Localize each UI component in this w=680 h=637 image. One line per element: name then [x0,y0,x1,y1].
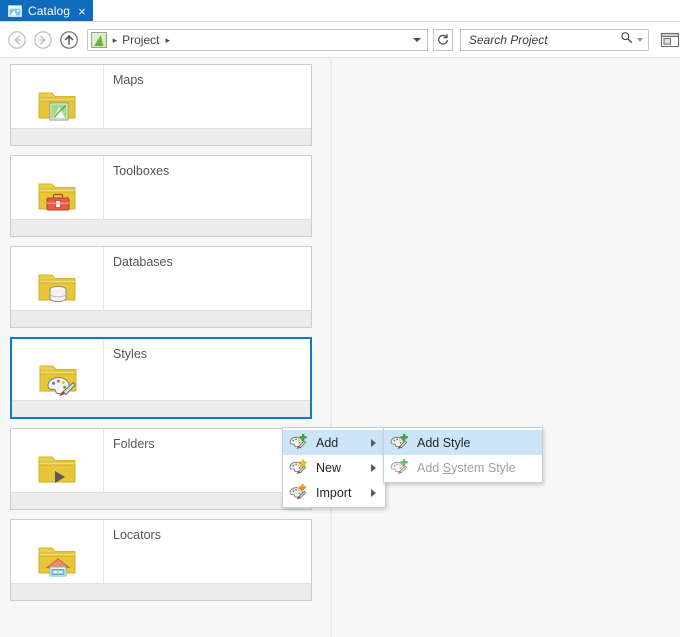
menu-item-label: Import [316,485,352,500]
close-icon[interactable]: × [78,5,86,18]
breadcrumb-separator-project[interactable]: ▸ [159,35,175,45]
catalog-card-databases[interactable]: Databases [10,246,312,328]
folder-style-icon [36,358,80,398]
address-bar[interactable]: ▸ Project ▸ [86,29,428,51]
breadcrumb-separator-root: ▸ [112,35,118,45]
catalog-item-list: Maps Toolboxes Databases Styles Folders Locat… [0,58,330,637]
menu-item-add-style[interactable]: Add Style [384,430,542,455]
tab-catalog[interactable]: Catalog × [0,0,93,22]
menu-item-new[interactable]: New [283,455,385,480]
refresh-button[interactable] [432,29,453,51]
catalog-card-locators[interactable]: Locators [10,519,312,601]
folder-locator-icon [35,540,79,580]
menu-item-import[interactable]: Import [283,480,385,505]
card-footer [11,219,311,236]
breadcrumb-item-project[interactable]: Project [122,33,159,47]
card-footer [11,310,311,327]
folder-database-icon [35,267,79,307]
style-add-icon [390,433,409,451]
content-area: Maps Toolboxes Databases Styles Folders Locat… [0,58,680,637]
navigation-toolbar: ▸ Project ▸ [0,22,680,58]
project-icon [90,32,107,48]
tab-strip: Catalog × [0,0,680,22]
menu-item-label: Add Style [417,435,471,450]
card-footer [11,583,311,600]
card-title: Toolboxes [113,164,170,178]
submenu-arrow-icon [371,463,376,472]
menu-item-add-system-style: Add System Style [384,455,542,480]
submenu-arrow-icon [371,438,376,447]
menu-item-label: New [316,460,342,475]
style-import-icon [289,483,308,501]
menu-item-label: Add [316,435,339,450]
panel-layout-button[interactable] [659,30,680,50]
menu-item-add[interactable]: Add [283,430,385,455]
chevron-down-icon[interactable] [412,38,421,42]
magnifier-icon[interactable] [620,31,633,49]
catalog-window: Catalog × ▸ Project ▸ Search Project Map… [0,0,680,637]
card-title: Databases [113,255,173,269]
card-title: Styles [113,347,148,361]
details-pane [332,58,680,637]
style-new-icon [289,458,308,476]
forward-button[interactable] [32,28,55,52]
submenu-arrow-icon [371,488,376,497]
card-title: Maps [113,73,144,87]
search-box-icons [620,30,644,50]
style-add-icon [390,458,409,476]
back-button[interactable] [6,28,29,52]
up-button[interactable] [58,28,81,52]
search-box[interactable] [459,29,650,51]
folder-toolbox-icon [35,176,79,216]
folder-map-icon [35,85,79,125]
search-chevron-down-icon[interactable] [637,38,644,42]
folder-play-icon [35,449,79,489]
menu-item-label: Add System Style [417,460,516,475]
style-add-icon [289,433,308,451]
context-menu: Add New Import [282,427,386,508]
card-footer [12,400,310,417]
tab-label: Catalog [28,4,71,18]
catalog-card-maps[interactable]: Maps [10,64,312,146]
catalog-icon [8,4,22,18]
card-footer [11,128,311,145]
catalog-card-toolboxes[interactable]: Toolboxes [10,155,312,237]
context-submenu-add: Add Style Add System Style [383,427,543,483]
catalog-card-styles[interactable]: Styles [10,337,312,419]
card-title: Locators [113,528,161,542]
catalog-card-folders[interactable]: Folders [10,428,312,510]
card-footer [11,492,311,509]
search-input[interactable] [466,32,617,48]
